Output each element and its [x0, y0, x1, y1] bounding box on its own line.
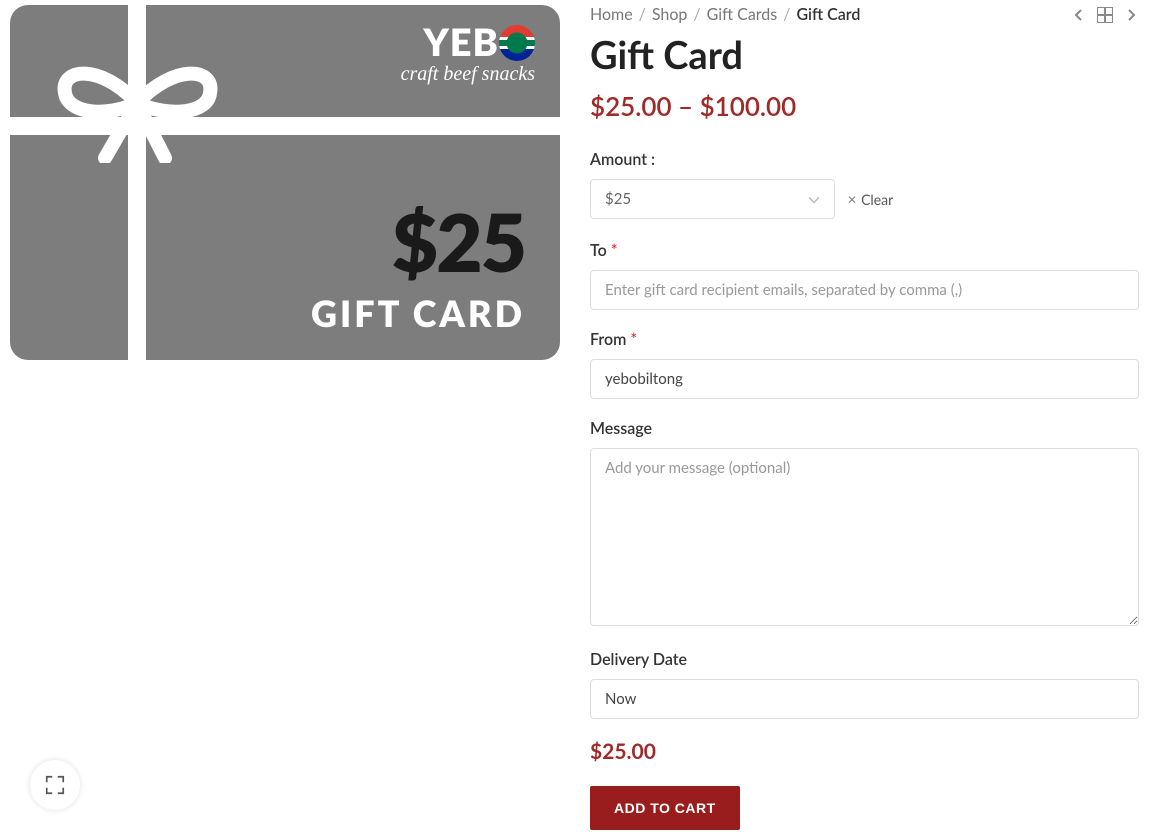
product-title: Gift Card: [590, 32, 1139, 78]
brand-tagline: craft beef snacks: [401, 63, 535, 86]
from-input[interactable]: [590, 359, 1139, 399]
breadcrumb: Home / Shop / Gift Cards / Gift Card: [590, 5, 860, 24]
zoom-button[interactable]: [30, 760, 80, 810]
chevron-down-icon: [808, 190, 820, 208]
to-label: To *: [590, 241, 1139, 260]
price-range: $25.00 – $100.00: [590, 90, 1139, 122]
close-icon: ✕: [847, 192, 857, 207]
price-final: $25.00: [590, 739, 1139, 764]
prev-product-icon[interactable]: [1071, 7, 1087, 23]
amount-selected-value: $25: [605, 190, 631, 208]
amount-select[interactable]: $25: [590, 179, 835, 219]
amount-label: Amount :: [590, 150, 1139, 169]
gift-card-image[interactable]: YEB craft beef snacks $25 GIFT CARD: [10, 5, 560, 360]
flag-icon: [499, 25, 535, 61]
card-amount: $25: [392, 194, 525, 290]
message-textarea[interactable]: [590, 448, 1139, 626]
add-to-cart-button[interactable]: ADD TO CART: [590, 786, 740, 830]
breadcrumb-home[interactable]: Home: [590, 5, 633, 24]
breadcrumb-current: Gift Card: [796, 5, 860, 24]
grid-icon[interactable]: [1097, 7, 1113, 23]
breadcrumb-shop[interactable]: Shop: [652, 5, 688, 24]
breadcrumb-giftcards[interactable]: Gift Cards: [707, 5, 778, 24]
message-label: Message: [590, 419, 1139, 438]
next-product-icon[interactable]: [1123, 7, 1139, 23]
brand-logo: YEB: [401, 23, 535, 61]
to-input[interactable]: [590, 270, 1139, 310]
delivery-input[interactable]: [590, 679, 1139, 719]
from-label: From *: [590, 330, 1139, 349]
card-label: GIFT CARD: [311, 291, 525, 335]
clear-button[interactable]: ✕ Clear: [847, 191, 893, 208]
delivery-label: Delivery Date: [590, 650, 1139, 669]
